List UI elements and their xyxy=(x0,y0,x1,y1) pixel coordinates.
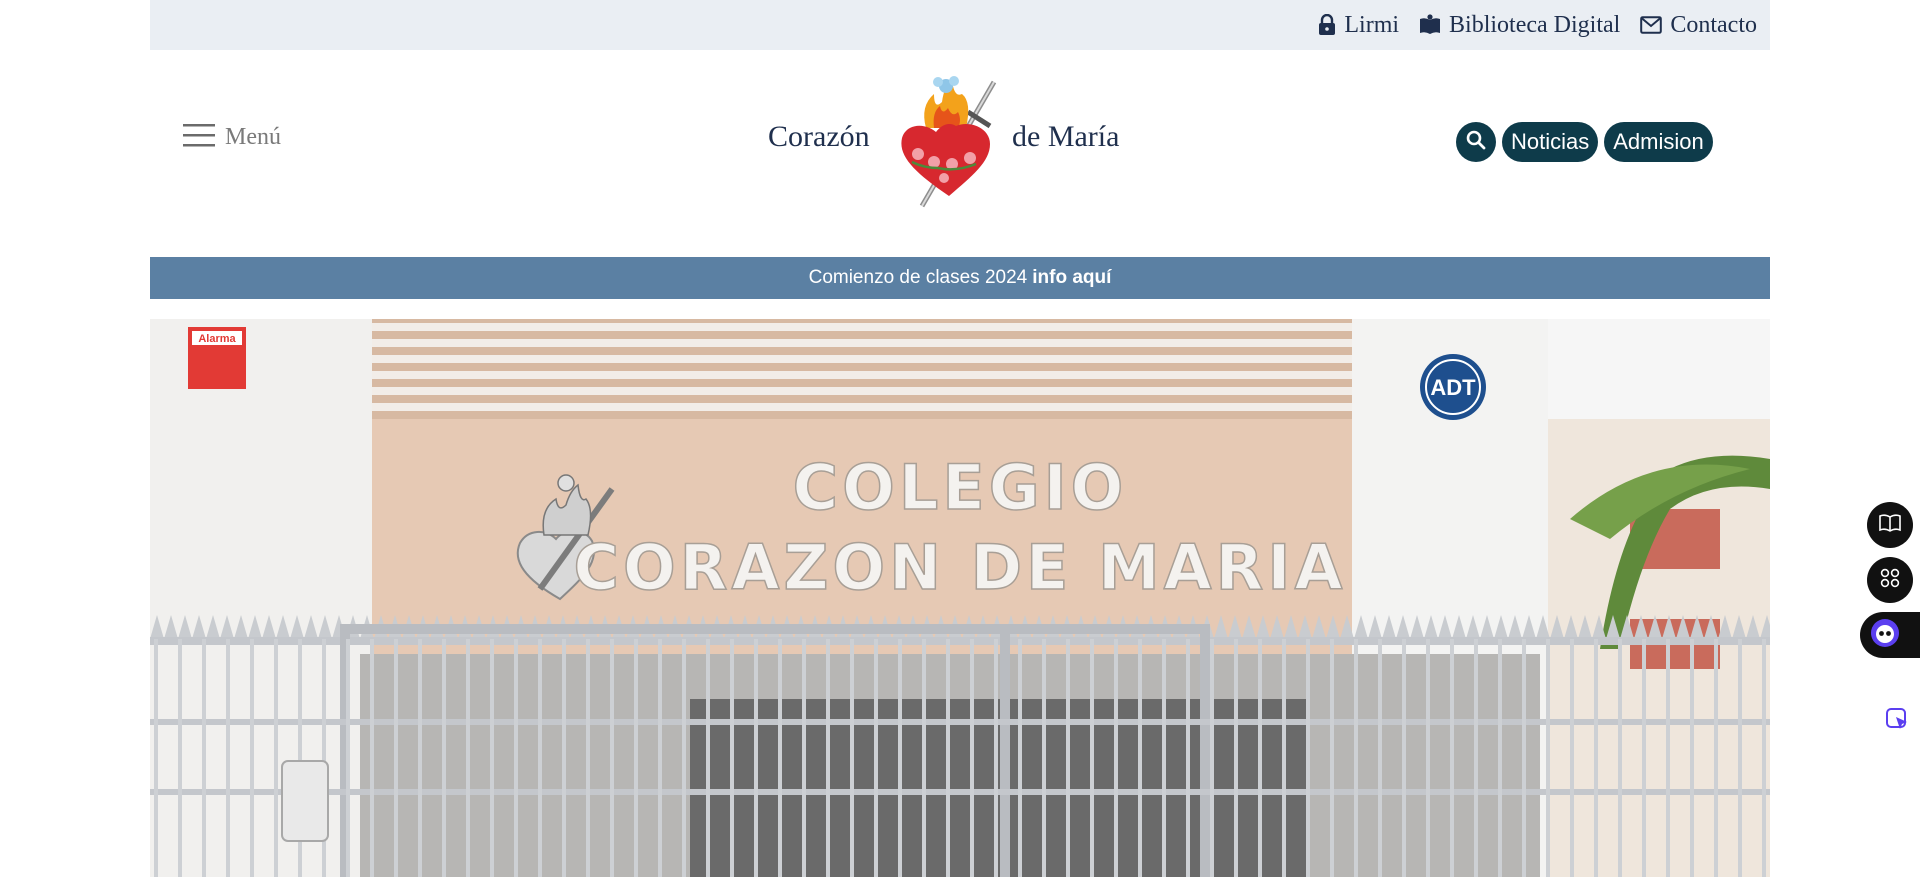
open-book-icon xyxy=(1879,513,1901,537)
contacto-link[interactable]: Contacto xyxy=(1640,12,1757,39)
cursor-pointer-icon xyxy=(1885,707,1911,738)
top-utility-bar: Lirmi Biblioteca Digital Contacto xyxy=(150,0,1770,50)
floating-cursor-button[interactable] xyxy=(1876,702,1920,742)
sign-line-2: CORAZON DE MARIA xyxy=(574,531,1347,604)
sign-line-1: COLEGIO xyxy=(793,451,1128,524)
admision-button[interactable]: Admision xyxy=(1604,122,1713,162)
noticias-button[interactable]: Noticias xyxy=(1502,122,1599,162)
sacred-heart-logo-icon xyxy=(894,72,1004,217)
lirmi-link[interactable]: Lirmi xyxy=(1318,12,1399,39)
hamburger-icon xyxy=(183,122,215,153)
announcement-text: Comienzo de clases 2024 xyxy=(808,267,1028,288)
header-actions: Noticias Admision xyxy=(1456,122,1713,162)
site-header: Menú Corazón de María Noticias Admision xyxy=(150,50,1770,257)
announcement-bar: Comienzo de clases 2024 info aquí xyxy=(150,257,1770,299)
announcement-info-link[interactable]: info aquí xyxy=(1032,267,1111,289)
floating-apps-button[interactable] xyxy=(1867,557,1913,603)
brand-word-left: Corazón xyxy=(768,120,870,153)
search-button[interactable] xyxy=(1456,122,1496,162)
menu-button[interactable]: Menú xyxy=(183,122,281,153)
floating-reader-button[interactable] xyxy=(1867,502,1913,548)
biblioteca-digital-label: Biblioteca Digital xyxy=(1449,11,1621,38)
hero-image: Alarma ADT COLEGIO CORAZON DE MARIA xyxy=(150,319,1770,877)
biblioteca-digital-link[interactable]: Biblioteca Digital xyxy=(1419,12,1620,39)
adt-badge-label: ADT xyxy=(1430,375,1476,400)
search-icon xyxy=(1466,130,1486,155)
chat-bot-icon xyxy=(1870,618,1900,653)
floating-chat-tab[interactable] xyxy=(1860,612,1920,658)
site-logo[interactable]: Corazón de María xyxy=(768,72,1158,212)
mail-icon xyxy=(1640,16,1663,34)
lock-icon xyxy=(1318,14,1336,36)
contacto-label: Contacto xyxy=(1670,11,1757,38)
menu-label: Menú xyxy=(225,124,281,150)
book-icon xyxy=(1419,14,1441,36)
brand-word-right: de María xyxy=(1012,120,1120,153)
page: Lirmi Biblioteca Digital Contacto Menú C… xyxy=(0,0,1920,877)
alarm-sticker-label: Alarma xyxy=(198,333,236,345)
lirmi-label: Lirmi xyxy=(1344,11,1400,38)
apps-grid-icon xyxy=(1880,568,1900,593)
